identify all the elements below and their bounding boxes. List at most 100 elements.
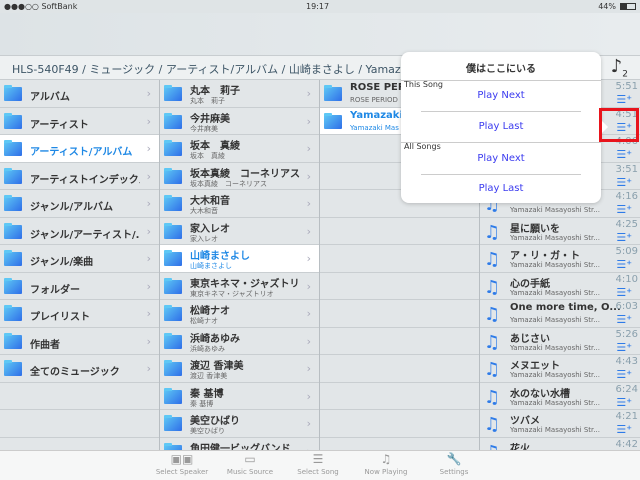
folder-icon (4, 277, 22, 294)
artist-item[interactable]: 角田健一ビッグバンド› (160, 437, 319, 450)
song-artist: Yamazaki Masayoshi Str... (510, 261, 600, 269)
song-duration: 4:10 (615, 273, 638, 285)
artist-item[interactable]: 美空ひばり 美空ひばり › (160, 410, 319, 438)
queue-button[interactable]: ♪2 (611, 56, 628, 80)
tab-settings[interactable]: 🔧 Settings (414, 451, 494, 476)
artist-item[interactable]: 坂本 真綾 坂本 真綾 › (160, 135, 319, 163)
folder-icon (164, 167, 182, 184)
artist-subtitle: 浜崎あゆみ (190, 344, 225, 353)
divider (421, 111, 581, 112)
breadcrumb[interactable]: HLS-540F49 / ミュージック / アーティスト/アルバム / 山崎まさ… (12, 61, 402, 77)
all-songs-play-last-button[interactable]: Play Last (401, 183, 601, 194)
artist-item[interactable]: 浜崎あゆみ 浜崎あゆみ › (160, 327, 319, 355)
song-artist: Yamazaki Masayoshi Str... (510, 398, 600, 407)
artist-item[interactable]: 松崎ナオ 松崎ナオ › (160, 300, 319, 328)
all-songs-play-next-button[interactable]: Play Next (401, 153, 601, 164)
category-item[interactable]: ジャンル/アーティスト/... › (0, 217, 159, 245)
artist-subtitle: 渡辺 香津美 (190, 372, 228, 380)
folder-icon (164, 277, 182, 294)
folder-icon (164, 112, 182, 129)
top-area (0, 13, 640, 55)
song-item[interactable]: ♫ ツバメ Yamazaki Masayoshi Str... 4:21 ☰⁺ (480, 410, 640, 438)
folder-icon (164, 195, 182, 211)
song-artist: Yamazaki Masayoshi Str... (510, 316, 600, 324)
song-item[interactable]: ♫ 星に願いを Yamazaki Masayoshi Str... 4:25 ☰⁺ (480, 217, 640, 245)
music-note-icon: ♫ (484, 304, 501, 325)
song-artist: Yamazaki Masayoshi Str... (510, 288, 600, 297)
add-to-queue-icon[interactable]: ☰⁺ (616, 423, 632, 436)
category-item[interactable]: アーティストインデックス › (0, 162, 159, 190)
category-item[interactable]: 全てのミュージック › (0, 355, 159, 383)
folder-icon (4, 140, 22, 156)
artist-subtitle: 松崎ナオ (190, 317, 218, 325)
category-item[interactable]: アルバム › (0, 80, 159, 108)
category-item[interactable]: フォルダー › (0, 272, 159, 300)
category-item[interactable]: アーティスト › (0, 107, 159, 135)
album-subtitle: Yamazaki Mas (350, 123, 399, 132)
song-item[interactable]: ♫ あじさい Yamazaki Masayoshi Str... 5:26 ☰⁺ (480, 327, 640, 355)
folder-icon (4, 195, 22, 211)
this-song-play-next-button[interactable]: Play Next (401, 90, 601, 101)
song-item[interactable]: ♫ ア・リ・ガ・ト Yamazaki Masayoshi Str... 5:09 ☰⁺ (480, 245, 640, 273)
add-to-queue-icon[interactable]: ☰⁺ (616, 203, 632, 216)
add-to-queue-icon[interactable]: ☰⁺ (616, 368, 632, 381)
category-item[interactable]: 作曲者 › (0, 327, 159, 355)
add-to-queue-icon[interactable]: ☰⁺ (616, 93, 632, 106)
artist-item[interactable]: 秦 基博秦 基博 › (160, 382, 319, 410)
music-note-icon: ♫ (484, 414, 501, 435)
artist-list[interactable]: 丸本 莉子 丸本 莉子 › 今井麻美 今井麻美 › 坂本 真綾 坂本 真綾 › 坂本真綾 コーネリ… (160, 80, 320, 450)
artist-item[interactable]: 大木和音 大木和音 › (160, 190, 319, 218)
this-song-play-last-button[interactable]: Play Last (401, 121, 601, 132)
artist-item[interactable]: 東京キネマ・ジャズトリオ 東京キネマ・ジャズトリオ › (160, 272, 319, 300)
category-list[interactable]: アルバム › アーティスト › アーティスト/アルバム › アーティストインデックス › ジャン… (0, 80, 160, 450)
artist-subtitle: 秦 基博 (190, 399, 214, 408)
folder-icon (4, 222, 22, 239)
song-duration: 5:26 (615, 328, 638, 340)
empty-row (320, 355, 479, 383)
music-note-icon: ♫ (484, 331, 501, 353)
category-item[interactable]: ジャンル/アルバム › (0, 190, 159, 218)
folder-icon (164, 332, 182, 349)
song-title: あじさい (510, 333, 550, 345)
status-bar: ●●●○○ SoftBank 19:17 44% (0, 0, 640, 13)
artist-item[interactable]: 渡辺 香津美 渡辺 香津美 › (160, 355, 319, 383)
artist-item[interactable]: 家入レオ 家入レオ › (160, 217, 319, 245)
artist-item[interactable]: 山崎まさよし 山崎まさよし › (160, 245, 319, 273)
category-item[interactable]: ジャンル/楽曲 › (0, 245, 159, 273)
category-item[interactable]: プレイリスト › (0, 300, 159, 328)
add-to-queue-icon[interactable]: ☰⁺ (616, 176, 632, 189)
empty-row (320, 410, 479, 438)
chevron-right-icon: › (306, 417, 311, 430)
category-item[interactable]: アーティスト/アルバム › (0, 135, 159, 163)
add-to-queue-icon[interactable]: ☰⁺ (616, 313, 632, 326)
folder-icon (4, 332, 22, 349)
song-item[interactable]: ♫ 心の手紙 Yamazaki Masayoshi Str... 4:10 ☰⁺ (480, 272, 640, 300)
song-duration: 3:51 (615, 163, 638, 175)
song-item[interactable]: ♫ One more time, O... Yamazaki Masayoshi S… (480, 300, 640, 328)
add-to-queue-icon[interactable]: ☰⁺ (616, 396, 632, 409)
artist-item[interactable]: 坂本真綾 コーネリアス 坂本真綾 コーネリアス › (160, 162, 319, 190)
queue-count: 2 (622, 69, 628, 80)
chevron-right-icon: › (146, 142, 151, 155)
add-to-queue-icon[interactable]: ☰⁺ (616, 148, 632, 161)
folder-icon (164, 222, 182, 239)
add-to-queue-icon[interactable]: ☰⁺ (616, 258, 632, 271)
add-to-queue-icon[interactable]: ☰⁺ (616, 341, 632, 354)
artist-item[interactable]: 丸本 莉子 丸本 莉子 › (160, 80, 319, 108)
song-item[interactable]: ♫花火4:42☰⁺ (480, 437, 640, 450)
category-label: フォルダー (30, 284, 80, 296)
add-to-queue-icon[interactable]: ☰⁺ (616, 231, 632, 244)
music-note-icon: ♫ (484, 276, 501, 298)
song-title: ツバメ (510, 416, 540, 427)
folder-icon (4, 360, 22, 376)
artist-item[interactable]: 今井麻美 今井麻美 › (160, 107, 319, 135)
category-label: ジャンル/楽曲 (30, 257, 94, 268)
battery-percent: 44% (598, 2, 616, 11)
folder-icon (164, 250, 182, 266)
clock: 19:17 (306, 2, 330, 11)
add-to-queue-icon[interactable]: ☰⁺ (616, 286, 632, 299)
artist-name: 松崎ナオ (190, 306, 230, 317)
song-item[interactable]: ♫ メヌエット Yamazaki Masayoshi Str... 4:43 ☰⁺ (480, 355, 640, 383)
song-duration: 4:21 (615, 411, 638, 422)
song-item[interactable]: ♫ 水のない水槽 Yamazaki Masayoshi Str... 6:24 ☰⁺ (480, 382, 640, 410)
